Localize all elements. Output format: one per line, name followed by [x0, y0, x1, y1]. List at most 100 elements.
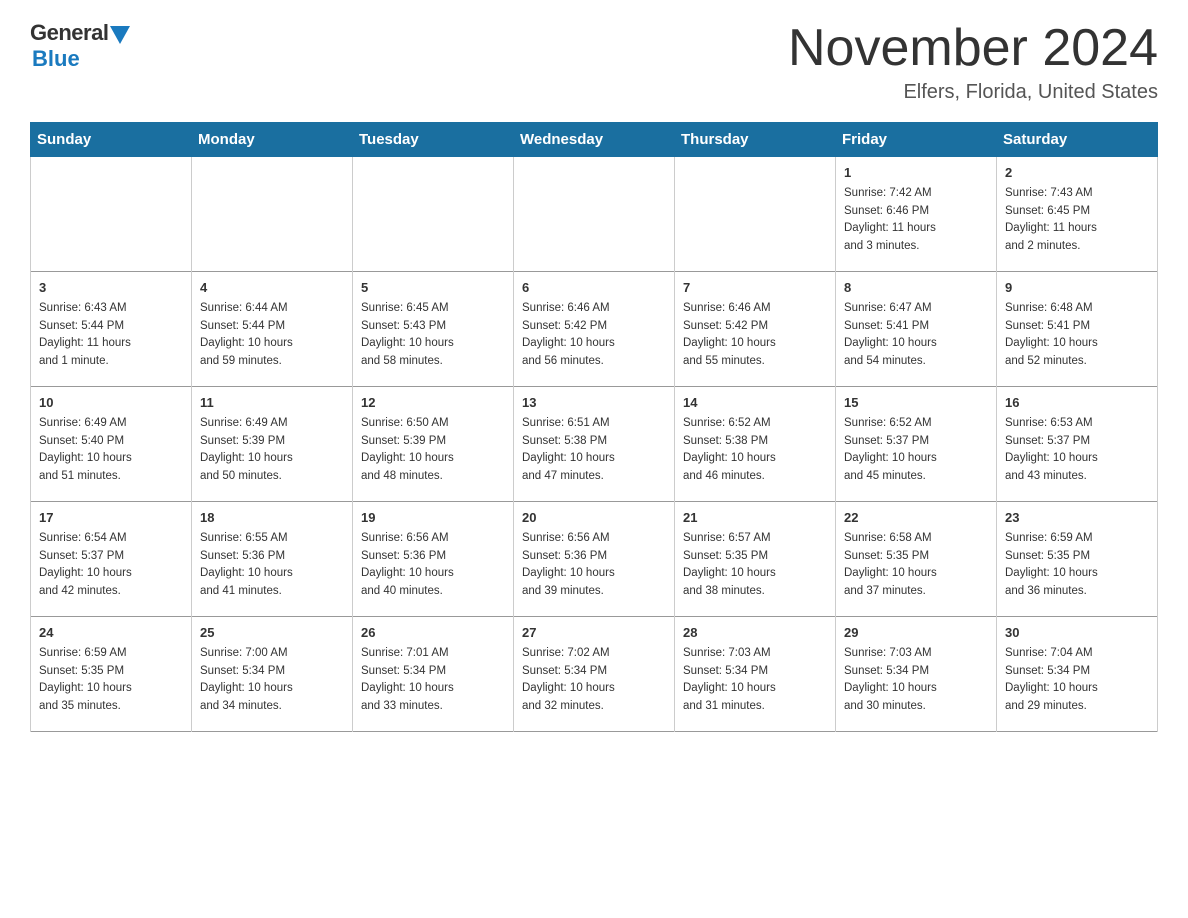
day-info: Sunrise: 7:43 AMSunset: 6:45 PMDaylight:…: [1005, 185, 1149, 256]
calendar-cell: [353, 157, 514, 272]
day-number: 8: [844, 278, 988, 298]
calendar-cell: 20Sunrise: 6:56 AMSunset: 5:36 PMDayligh…: [514, 502, 675, 617]
weekday-header-wednesday: Wednesday: [514, 123, 675, 157]
day-number: 25: [200, 623, 344, 643]
weekday-header-row: SundayMondayTuesdayWednesdayThursdayFrid…: [31, 123, 1158, 157]
day-number: 28: [683, 623, 827, 643]
day-info: Sunrise: 7:02 AMSunset: 5:34 PMDaylight:…: [522, 645, 666, 716]
day-number: 18: [200, 508, 344, 528]
logo-general-text: General: [30, 20, 108, 46]
calendar-week-row: 24Sunrise: 6:59 AMSunset: 5:35 PMDayligh…: [31, 617, 1158, 732]
day-info: Sunrise: 6:57 AMSunset: 5:35 PMDaylight:…: [683, 530, 827, 601]
calendar-cell: 13Sunrise: 6:51 AMSunset: 5:38 PMDayligh…: [514, 387, 675, 502]
calendar-subtitle: Elfers, Florida, United States: [788, 81, 1158, 104]
calendar-cell: 17Sunrise: 6:54 AMSunset: 5:37 PMDayligh…: [31, 502, 192, 617]
logo-arrow-icon: [110, 26, 130, 44]
day-info: Sunrise: 7:03 AMSunset: 5:34 PMDaylight:…: [683, 645, 827, 716]
day-info: Sunrise: 7:04 AMSunset: 5:34 PMDaylight:…: [1005, 645, 1149, 716]
calendar-cell: 8Sunrise: 6:47 AMSunset: 5:41 PMDaylight…: [836, 272, 997, 387]
day-info: Sunrise: 6:45 AMSunset: 5:43 PMDaylight:…: [361, 300, 505, 371]
day-number: 21: [683, 508, 827, 528]
day-info: Sunrise: 6:59 AMSunset: 5:35 PMDaylight:…: [1005, 530, 1149, 601]
day-info: Sunrise: 6:55 AMSunset: 5:36 PMDaylight:…: [200, 530, 344, 601]
weekday-header-friday: Friday: [836, 123, 997, 157]
day-number: 10: [39, 393, 183, 413]
day-number: 7: [683, 278, 827, 298]
day-info: Sunrise: 6:44 AMSunset: 5:44 PMDaylight:…: [200, 300, 344, 371]
day-number: 17: [39, 508, 183, 528]
day-info: Sunrise: 6:49 AMSunset: 5:40 PMDaylight:…: [39, 415, 183, 486]
calendar-table: SundayMondayTuesdayWednesdayThursdayFrid…: [30, 122, 1158, 732]
calendar-cell: 16Sunrise: 6:53 AMSunset: 5:37 PMDayligh…: [997, 387, 1158, 502]
calendar-cell: 12Sunrise: 6:50 AMSunset: 5:39 PMDayligh…: [353, 387, 514, 502]
weekday-header-saturday: Saturday: [997, 123, 1158, 157]
calendar-week-row: 3Sunrise: 6:43 AMSunset: 5:44 PMDaylight…: [31, 272, 1158, 387]
day-number: 11: [200, 393, 344, 413]
calendar-cell: 6Sunrise: 6:46 AMSunset: 5:42 PMDaylight…: [514, 272, 675, 387]
weekday-header-monday: Monday: [192, 123, 353, 157]
title-area: November 2024 Elfers, Florida, United St…: [788, 20, 1158, 104]
day-info: Sunrise: 6:47 AMSunset: 5:41 PMDaylight:…: [844, 300, 988, 371]
calendar-week-row: 17Sunrise: 6:54 AMSunset: 5:37 PMDayligh…: [31, 502, 1158, 617]
calendar-week-row: 10Sunrise: 6:49 AMSunset: 5:40 PMDayligh…: [31, 387, 1158, 502]
day-info: Sunrise: 6:52 AMSunset: 5:38 PMDaylight:…: [683, 415, 827, 486]
day-number: 9: [1005, 278, 1149, 298]
calendar-cell: [192, 157, 353, 272]
weekday-header-thursday: Thursday: [675, 123, 836, 157]
calendar-title: November 2024: [788, 20, 1158, 77]
calendar-header: SundayMondayTuesdayWednesdayThursdayFrid…: [31, 123, 1158, 157]
calendar-cell: 15Sunrise: 6:52 AMSunset: 5:37 PMDayligh…: [836, 387, 997, 502]
calendar-cell: 5Sunrise: 6:45 AMSunset: 5:43 PMDaylight…: [353, 272, 514, 387]
day-info: Sunrise: 7:42 AMSunset: 6:46 PMDaylight:…: [844, 185, 988, 256]
day-number: 22: [844, 508, 988, 528]
day-number: 19: [361, 508, 505, 528]
calendar-cell: 28Sunrise: 7:03 AMSunset: 5:34 PMDayligh…: [675, 617, 836, 732]
day-info: Sunrise: 6:50 AMSunset: 5:39 PMDaylight:…: [361, 415, 505, 486]
day-info: Sunrise: 6:46 AMSunset: 5:42 PMDaylight:…: [683, 300, 827, 371]
day-info: Sunrise: 6:52 AMSunset: 5:37 PMDaylight:…: [844, 415, 988, 486]
day-number: 26: [361, 623, 505, 643]
day-info: Sunrise: 7:01 AMSunset: 5:34 PMDaylight:…: [361, 645, 505, 716]
calendar-cell: 10Sunrise: 6:49 AMSunset: 5:40 PMDayligh…: [31, 387, 192, 502]
calendar-cell: 4Sunrise: 6:44 AMSunset: 5:44 PMDaylight…: [192, 272, 353, 387]
day-number: 15: [844, 393, 988, 413]
calendar-cell: 19Sunrise: 6:56 AMSunset: 5:36 PMDayligh…: [353, 502, 514, 617]
calendar-cell: 25Sunrise: 7:00 AMSunset: 5:34 PMDayligh…: [192, 617, 353, 732]
day-number: 14: [683, 393, 827, 413]
calendar-cell: 26Sunrise: 7:01 AMSunset: 5:34 PMDayligh…: [353, 617, 514, 732]
day-number: 23: [1005, 508, 1149, 528]
day-number: 6: [522, 278, 666, 298]
day-info: Sunrise: 6:51 AMSunset: 5:38 PMDaylight:…: [522, 415, 666, 486]
calendar-cell: 22Sunrise: 6:58 AMSunset: 5:35 PMDayligh…: [836, 502, 997, 617]
day-number: 16: [1005, 393, 1149, 413]
day-number: 3: [39, 278, 183, 298]
day-number: 1: [844, 163, 988, 183]
day-info: Sunrise: 6:58 AMSunset: 5:35 PMDaylight:…: [844, 530, 988, 601]
calendar-body: 1Sunrise: 7:42 AMSunset: 6:46 PMDaylight…: [31, 157, 1158, 732]
logo: General Blue: [30, 20, 130, 72]
day-number: 5: [361, 278, 505, 298]
calendar-cell: 11Sunrise: 6:49 AMSunset: 5:39 PMDayligh…: [192, 387, 353, 502]
calendar-cell: 14Sunrise: 6:52 AMSunset: 5:38 PMDayligh…: [675, 387, 836, 502]
day-number: 27: [522, 623, 666, 643]
calendar-cell: 3Sunrise: 6:43 AMSunset: 5:44 PMDaylight…: [31, 272, 192, 387]
calendar-cell: 2Sunrise: 7:43 AMSunset: 6:45 PMDaylight…: [997, 157, 1158, 272]
calendar-cell: [514, 157, 675, 272]
page-header: General Blue November 2024 Elfers, Flori…: [30, 20, 1158, 104]
calendar-cell: 29Sunrise: 7:03 AMSunset: 5:34 PMDayligh…: [836, 617, 997, 732]
calendar-cell: 24Sunrise: 6:59 AMSunset: 5:35 PMDayligh…: [31, 617, 192, 732]
day-info: Sunrise: 7:00 AMSunset: 5:34 PMDaylight:…: [200, 645, 344, 716]
day-number: 13: [522, 393, 666, 413]
calendar-cell: 27Sunrise: 7:02 AMSunset: 5:34 PMDayligh…: [514, 617, 675, 732]
day-info: Sunrise: 6:54 AMSunset: 5:37 PMDaylight:…: [39, 530, 183, 601]
calendar-cell: [675, 157, 836, 272]
calendar-cell: 23Sunrise: 6:59 AMSunset: 5:35 PMDayligh…: [997, 502, 1158, 617]
day-info: Sunrise: 7:03 AMSunset: 5:34 PMDaylight:…: [844, 645, 988, 716]
calendar-cell: [31, 157, 192, 272]
day-number: 4: [200, 278, 344, 298]
weekday-header-tuesday: Tuesday: [353, 123, 514, 157]
day-number: 2: [1005, 163, 1149, 183]
day-info: Sunrise: 6:56 AMSunset: 5:36 PMDaylight:…: [522, 530, 666, 601]
calendar-cell: 9Sunrise: 6:48 AMSunset: 5:41 PMDaylight…: [997, 272, 1158, 387]
logo-blue-text: Blue: [32, 46, 80, 72]
